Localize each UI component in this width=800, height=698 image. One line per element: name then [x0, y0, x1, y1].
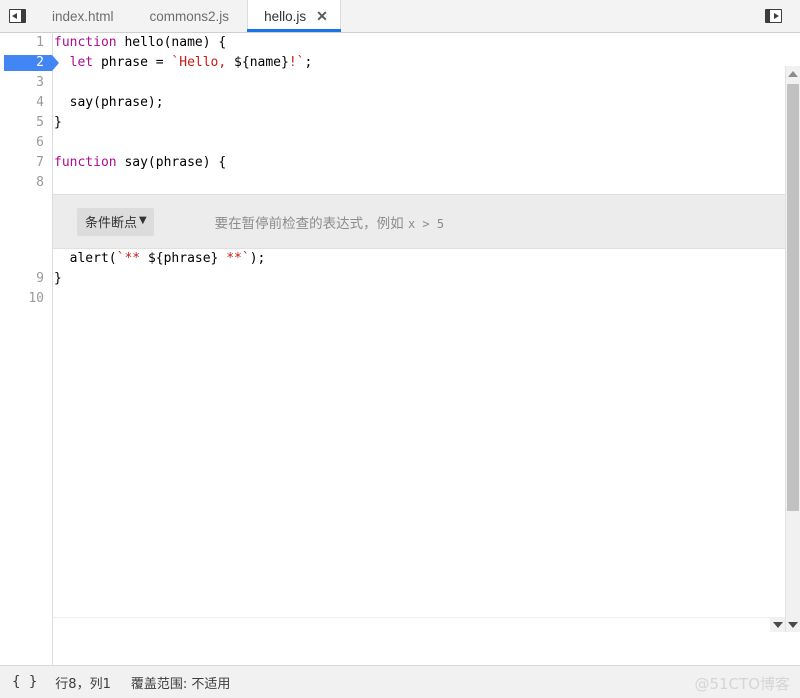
cursor-position-label: 行8，列1: [55, 676, 111, 692]
triangle-down-icon: [788, 621, 798, 628]
code-line[interactable]: 4 say(phrase);: [0, 93, 800, 113]
code-line[interactable]: 10: [0, 289, 800, 309]
line-number[interactable]: 6: [0, 133, 48, 153]
code-line[interactable]: 1 function hello(name) {: [0, 33, 800, 53]
breakpoint-type-label: 条件断点: [85, 215, 138, 231]
line-number[interactable]: 2: [0, 53, 48, 73]
breakpoint-condition-placeholder-expr: x > 5: [407, 216, 445, 231]
line-number[interactable]: 4: [0, 93, 48, 113]
code-token: !`: [288, 55, 305, 70]
editor-status-bar: { } 行8，列1 覆盖范围: 不适用 @51CTO博客: [0, 665, 800, 698]
pretty-print-icon[interactable]: { }: [12, 674, 37, 690]
tab-commons2-js[interactable]: commons2.js: [132, 0, 248, 32]
line-content: }: [48, 269, 62, 289]
code-token: ${name}: [234, 55, 289, 70]
tab-index-html[interactable]: index.html: [34, 0, 132, 32]
show-debugger-button[interactable]: [756, 9, 790, 23]
line-content: [48, 133, 54, 153]
devtools-sources-panel: index.html commons2.js hello.js ✕ 1 function…: [0, 0, 800, 698]
line-content: let phrase = `Hello, ${name}!`;: [48, 53, 313, 73]
vertical-scrollbar-thumb[interactable]: [787, 84, 799, 511]
panel-right-icon: [764, 9, 782, 23]
code-line[interactable]: 2 let phrase = `Hello, ${name}!`;: [0, 53, 800, 73]
code-lines-before-widget: 1 function hello(name) {2 let phrase = `H…: [0, 33, 800, 193]
code-token: ${phrase}: [147, 251, 219, 266]
breakpoint-type-select[interactable]: 条件断点 ▼: [77, 207, 154, 236]
line-content: function hello(name) {: [48, 33, 226, 53]
code-token: `**: [116, 251, 148, 266]
code-line[interactable]: 3: [0, 73, 800, 93]
line-content: [48, 289, 54, 309]
code-token: say(phrase);: [54, 95, 164, 110]
code-token: }: [54, 115, 62, 130]
tab-label: commons2.js: [149, 8, 230, 24]
code-line[interactable]: 8: [0, 173, 800, 193]
code-lines-after-widget: alert(`** ${phrase} **`); 9} 10: [0, 249, 800, 309]
code-token: function: [54, 35, 117, 50]
code-line[interactable]: 5}: [0, 113, 800, 133]
code-token: hello(name) {: [116, 35, 227, 50]
code-line[interactable]: 9}: [0, 269, 800, 289]
line-number[interactable]: 7: [0, 153, 48, 173]
line-number[interactable]: [0, 249, 48, 269]
code-token: `Hello,: [171, 55, 235, 70]
conditional-breakpoint-widget: 条件断点 ▼ 要在暂停前检查的表达式，例如 x > 5: [53, 194, 786, 249]
line-number[interactable]: 8: [0, 173, 48, 193]
scroll-right-button[interactable]: [770, 618, 785, 632]
line-number[interactable]: 5: [0, 113, 48, 133]
editor-area: 1 function hello(name) {2 let phrase = `H…: [0, 33, 800, 665]
code-token: ;: [304, 55, 313, 70]
code-line[interactable]: alert(`** ${phrase} **`);: [0, 249, 800, 269]
code-token: );: [249, 251, 266, 266]
line-content: function say(phrase) {: [48, 153, 226, 173]
code-token: **`: [218, 251, 250, 266]
code-editor[interactable]: 1 function hello(name) {2 let phrase = `H…: [0, 33, 800, 665]
code-token: alert(: [54, 251, 117, 266]
tab-label: hello.js: [264, 8, 307, 24]
editor-vertical-scrollbar[interactable]: [785, 66, 800, 632]
show-navigator-button[interactable]: [0, 0, 34, 32]
tab-label: index.html: [52, 8, 114, 24]
scroll-up-button[interactable]: [786, 66, 800, 81]
line-content: [48, 173, 54, 193]
code-line[interactable]: 7 function say(phrase) {: [0, 153, 800, 173]
chevron-down-icon: ▼: [139, 215, 147, 226]
breakpoint-condition-input[interactable]: 要在暂停前检查的表达式，例如 x > 5: [172, 196, 444, 248]
line-content: }: [48, 113, 62, 133]
line-number[interactable]: 1: [0, 33, 48, 53]
triangle-up-icon: [788, 70, 798, 77]
code-token: let: [69, 55, 94, 70]
panel-left-icon: [8, 9, 26, 23]
code-token: say(phrase) {: [116, 155, 227, 170]
editor-horizontal-scrollbar[interactable]: [53, 617, 785, 632]
tab-hello-js[interactable]: hello.js ✕: [247, 0, 341, 32]
line-content: [48, 73, 54, 93]
triangle-down-icon-h: [772, 622, 783, 628]
tab-list: index.html commons2.js hello.js ✕: [34, 0, 341, 32]
line-content: alert(`** ${phrase} **`);: [48, 249, 266, 269]
coverage-label: 覆盖范围: 不适用: [130, 676, 231, 692]
watermark-label: @51CTO博客: [694, 675, 790, 693]
code-line[interactable]: 6: [0, 133, 800, 153]
tab-bar-actions: [756, 0, 800, 32]
editor-tab-bar: index.html commons2.js hello.js ✕: [0, 0, 800, 33]
line-content: say(phrase);: [48, 93, 164, 113]
line-number[interactable]: 9: [0, 269, 48, 289]
code-token: phrase =: [93, 55, 172, 70]
line-number[interactable]: 10: [0, 289, 48, 309]
code-token: function: [54, 155, 117, 170]
code-token: }: [54, 271, 62, 286]
breakpoint-condition-placeholder: 要在暂停前检查的表达式，例如: [214, 215, 408, 232]
close-icon[interactable]: ✕: [316, 9, 328, 23]
scroll-down-button[interactable]: [786, 617, 800, 632]
line-number[interactable]: 3: [0, 73, 48, 93]
